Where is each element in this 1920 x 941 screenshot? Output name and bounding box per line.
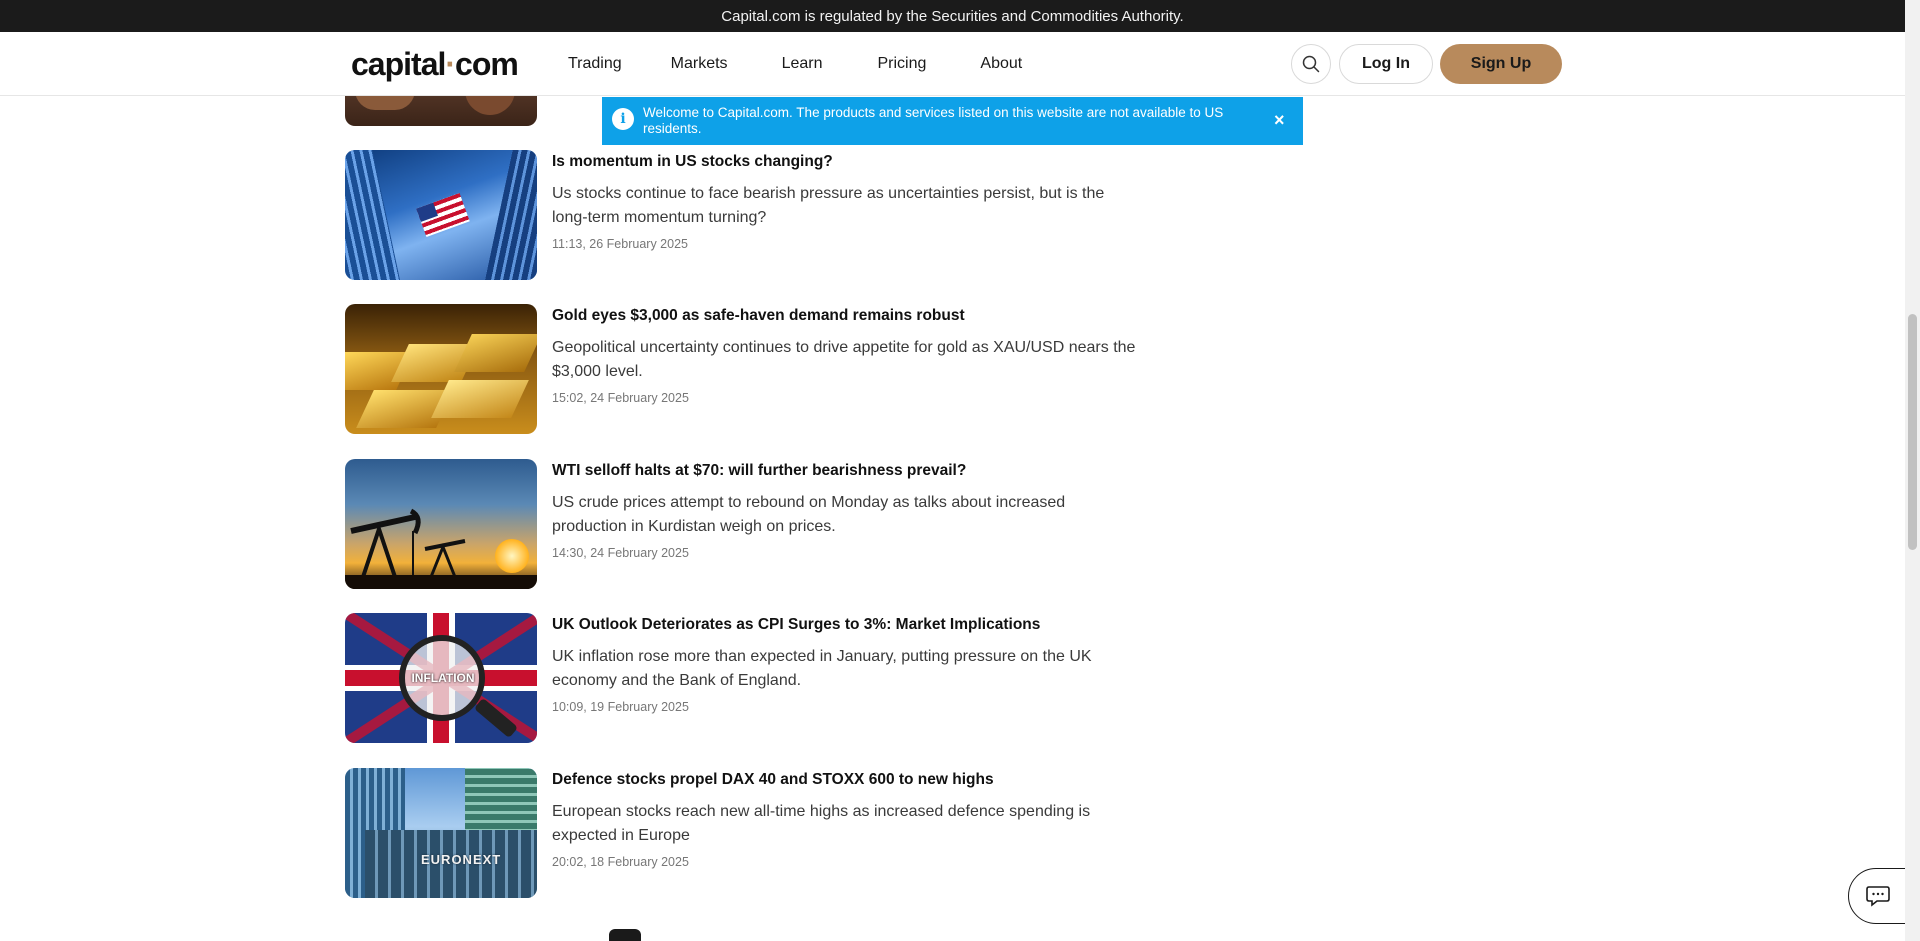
- article-thumbnail[interactable]: INFLATION: [345, 613, 537, 743]
- nav-about[interactable]: About: [980, 55, 1022, 73]
- nav-pricing[interactable]: Pricing: [877, 55, 926, 73]
- article-item[interactable]: Is momentum in US stocks changing? Us st…: [345, 150, 1135, 282]
- article-timestamp: 10:09, 19 February 2025: [552, 700, 689, 714]
- nav-learn[interactable]: Learn: [782, 55, 823, 73]
- article-title[interactable]: Is momentum in US stocks changing?: [552, 153, 833, 171]
- article-description: European stocks reach new all-time highs…: [552, 803, 1091, 844]
- main-nav: Trading Markets Learn Pricing About: [568, 32, 1022, 96]
- login-button[interactable]: Log In: [1339, 44, 1433, 84]
- article-timestamp: 15:02, 24 February 2025: [552, 391, 689, 405]
- article-item[interactable]: EURONEXT Defence stocks propel DAX 40 an…: [345, 768, 1135, 900]
- article-title[interactable]: Defence stocks propel DAX 40 and STOXX 6…: [552, 771, 994, 789]
- article-item[interactable]: INFLATION UK Outlook Deteriorates as CPI…: [345, 613, 1135, 745]
- pumpjack-silhouette: [345, 508, 537, 589]
- search-icon: [1302, 55, 1320, 73]
- scrollbar-thumb[interactable]: [1908, 314, 1917, 550]
- article-thumbnail[interactable]: [345, 459, 537, 589]
- article-title[interactable]: Gold eyes $3,000 as safe-haven demand re…: [552, 307, 965, 325]
- article-thumbnail[interactable]: [345, 150, 537, 280]
- logo-dot: ·: [445, 46, 456, 82]
- article-description: US crude prices attempt to rebound on Mo…: [552, 494, 1066, 535]
- chat-button[interactable]: [1848, 868, 1908, 924]
- pagination-current-page[interactable]: [609, 929, 641, 941]
- site-header: capital·com Trading Markets Learn Pricin…: [0, 32, 1905, 96]
- thumbnail-euronext-text: EURONEXT: [421, 852, 502, 867]
- regulatory-bar: Capital.com is regulated by the Securiti…: [0, 0, 1905, 32]
- article-thumbnail[interactable]: [345, 304, 537, 434]
- article-title[interactable]: UK Outlook Deteriorates as CPI Surges to…: [552, 616, 1040, 634]
- us-residents-notice: i Welcome to Capital.com. The products a…: [602, 97, 1303, 145]
- chat-icon: [1866, 886, 1890, 907]
- notice-message: Welcome to Capital.com. The products and…: [643, 105, 1224, 136]
- logo-text-right: com: [455, 46, 519, 82]
- close-icon[interactable]: ×: [1274, 109, 1285, 131]
- thumbnail-inflation-text: INFLATION: [411, 671, 475, 685]
- article-thumbnail[interactable]: EURONEXT: [345, 768, 537, 898]
- article-item[interactable]: WTI selloff halts at $70: will further b…: [345, 459, 1135, 591]
- article-description: Us stocks continue to face bearish press…: [552, 185, 1105, 226]
- article-timestamp: 20:02, 18 February 2025: [552, 855, 689, 869]
- signup-button[interactable]: Sign Up: [1440, 44, 1562, 84]
- article-timestamp: 11:13, 26 February 2025: [552, 237, 688, 251]
- article-title[interactable]: WTI selloff halts at $70: will further b…: [552, 462, 966, 480]
- info-icon: i: [612, 108, 634, 130]
- capital-logo[interactable]: capital·com: [351, 46, 519, 82]
- nav-trading[interactable]: Trading: [568, 55, 622, 73]
- article-timestamp: 14:30, 24 February 2025: [552, 546, 689, 560]
- logo-text-left: capital: [351, 46, 446, 82]
- article-item[interactable]: Gold eyes $3,000 as safe-haven demand re…: [345, 304, 1135, 436]
- regulatory-text: Capital.com is regulated by the Securiti…: [721, 7, 1184, 25]
- article-description: UK inflation rose more than expected in …: [552, 648, 1092, 689]
- article-description: Geopolitical uncertainty continues to dr…: [552, 339, 1136, 380]
- page-scrollbar[interactable]: [1905, 0, 1920, 941]
- search-button[interactable]: [1291, 44, 1331, 84]
- nav-markets[interactable]: Markets: [671, 55, 728, 73]
